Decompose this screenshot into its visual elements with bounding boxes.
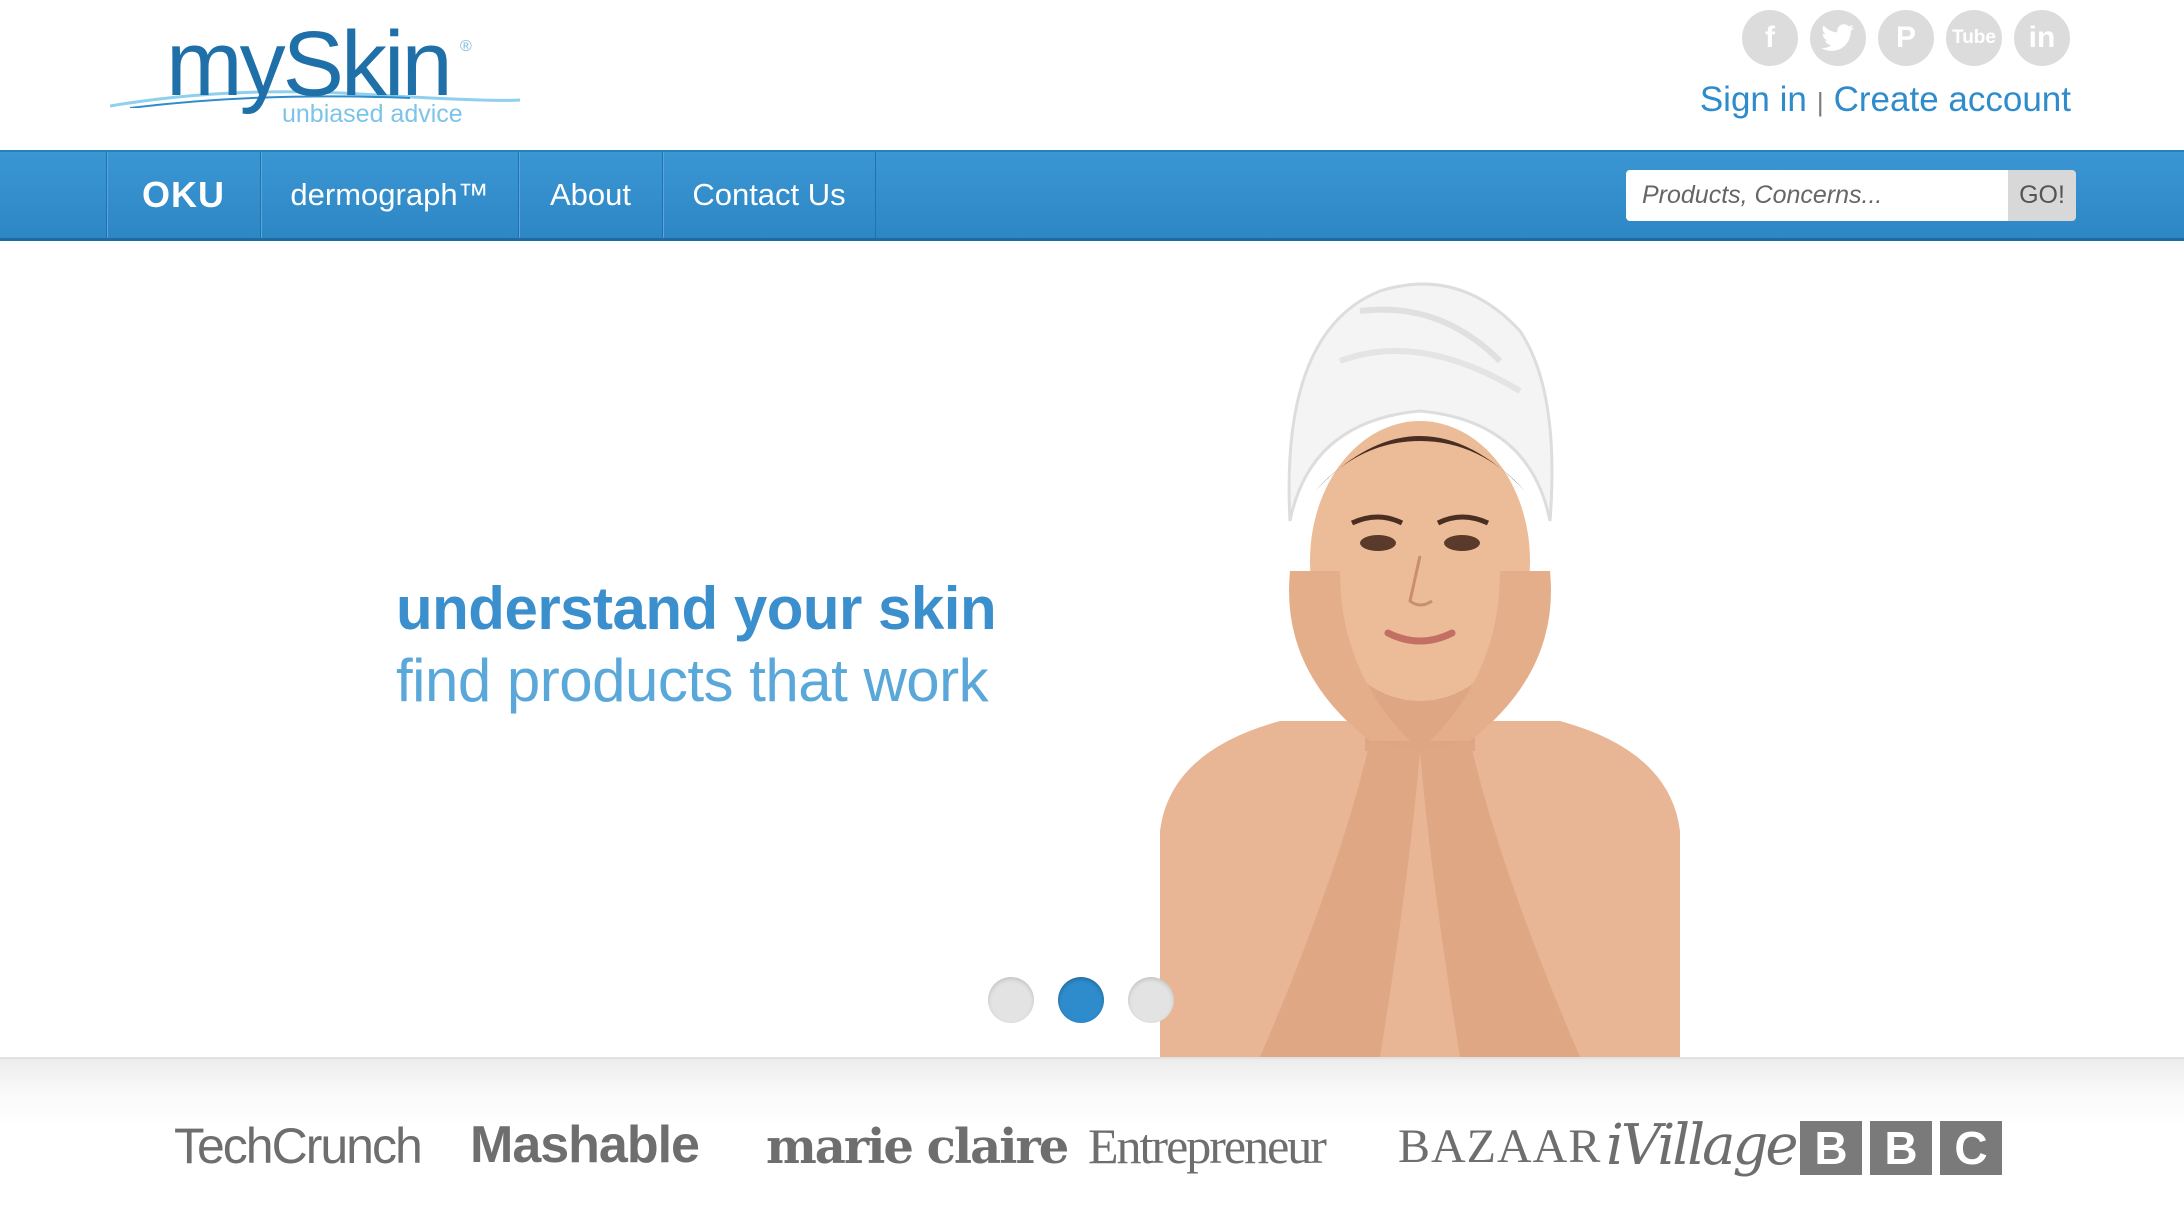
pinterest-icon[interactable]: P [1878,10,1934,66]
bbc-letter-b2: B [1870,1121,1932,1175]
nav-item-contact-us[interactable]: Contact Us [662,152,876,238]
main-nav: OKU dermograph™ About Contact Us GO! [0,150,2184,241]
hero-headline: understand your skin find products that … [396,573,997,717]
press-logo-entrepreneur: Entrepreneur [1088,1118,1327,1174]
carousel-dot-2[interactable] [1058,977,1104,1023]
nav-item-dermograph[interactable]: dermograph™ [260,152,518,238]
youtube-icon[interactable]: Tube [1946,10,2002,66]
nav-item-about[interactable]: About [518,152,662,238]
search-go-button[interactable]: GO! [2008,170,2076,221]
press-logo-mashable: Mashable [470,1116,700,1174]
search-form: GO! [1626,170,2076,221]
bbc-letter-b1: B [1800,1121,1862,1175]
hero-carousel: understand your skin find products that … [0,241,2184,1057]
account-separator: | [1816,87,1824,117]
press-logo-bbc: B B C [1800,1121,2002,1175]
linkedin-icon[interactable]: in [2014,10,2070,66]
carousel-dots [988,977,1174,1023]
press-logo-techcrunch: TechCrunch [174,1118,423,1174]
press-logo-bazaar: BAZAAR [1398,1120,1602,1173]
press-logo-marie-claire: marie claire [766,1119,1069,1175]
sign-in-link[interactable]: Sign in [1700,80,1807,120]
carousel-dot-1[interactable] [988,977,1034,1023]
oku-logo: OKU [142,174,225,215]
site-header: mySkin ® unbiased advice f P Tube in Sig… [0,0,2184,150]
logo-registered-mark: ® [460,38,472,55]
twitter-bird-glyph [1821,24,1855,51]
press-logo-ivillage: iVillage [1606,1113,1798,1178]
logo-tagline: unbiased advice [282,100,463,128]
press-logos-bar: TechCrunch Mashable marie claire Entrepr… [0,1057,2184,1208]
account-links: Sign in | Create account [1700,80,2071,120]
social-links: f P Tube in [1742,10,2070,66]
hero-headline-primary: understand your skin [396,575,997,642]
hero-woman-image [1160,282,1680,1057]
hero-headline-secondary: find products that work [396,647,989,714]
create-account-link[interactable]: Create account [1834,80,2071,120]
facebook-icon[interactable]: f [1742,10,1798,66]
myskin-logo[interactable]: mySkin ® unbiased advice [110,18,520,128]
search-input[interactable] [1626,170,2008,221]
logo-wordmark: mySkin [166,13,453,115]
bbc-letter-c: C [1940,1121,2002,1175]
twitter-icon[interactable] [1810,10,1866,66]
carousel-dot-3[interactable] [1128,977,1174,1023]
nav-item-oku[interactable]: OKU [106,152,260,238]
